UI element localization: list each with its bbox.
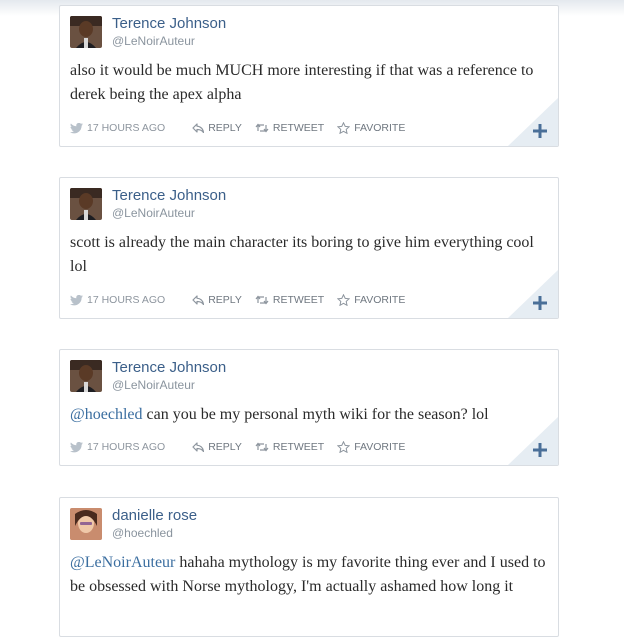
reply-icon	[192, 295, 205, 305]
expand-corner[interactable]	[508, 98, 558, 146]
tweet-card: Terence Johnson @LeNoirAuteur @hoechled …	[59, 349, 559, 466]
plus-icon[interactable]	[533, 296, 547, 310]
favorite-button[interactable]: FAVORITE	[337, 294, 405, 306]
author-handle[interactable]: @LeNoirAuteur	[112, 378, 195, 392]
bird-icon	[70, 294, 83, 305]
retweet-icon	[255, 123, 269, 133]
author-name[interactable]: Terence Johnson	[112, 15, 226, 32]
tweet-text: also it would be much MUCH more interest…	[70, 62, 534, 103]
tweet-text: @LeNoirAuteur hahaha mythology is my fav…	[70, 551, 552, 599]
retweet-button[interactable]: RETWEET	[255, 122, 324, 134]
author-handle[interactable]: @LeNoirAuteur	[112, 206, 195, 220]
reply-icon	[192, 123, 205, 133]
star-icon	[337, 122, 351, 134]
author-handle[interactable]: @hoechled	[112, 526, 173, 540]
expand-corner[interactable]	[508, 417, 558, 465]
tweet-text: @hoechled can you be my personal myth wi…	[70, 403, 552, 427]
reply-button[interactable]: REPLY	[192, 441, 242, 453]
reply-icon	[192, 442, 205, 452]
retweet-icon	[255, 442, 269, 452]
timestamp[interactable]: 17 HOURS AGO	[70, 441, 179, 453]
tweet-card: Terence Johnson @LeNoirAuteur scott is a…	[59, 177, 559, 319]
retweet-icon	[255, 295, 269, 305]
favorite-button[interactable]: FAVORITE	[337, 122, 405, 134]
retweet-button[interactable]: RETWEET	[255, 441, 324, 453]
author-handle[interactable]: @LeNoirAuteur	[112, 34, 195, 48]
author-name[interactable]: Terence Johnson	[112, 187, 226, 204]
plus-icon[interactable]	[533, 443, 547, 457]
timestamp[interactable]: 17 HOURS AGO	[70, 294, 179, 306]
tweet-actions: 17 HOURS AGO REPLY RETWEET FAVORITE	[70, 292, 418, 308]
author-name[interactable]: Terence Johnson	[112, 359, 226, 376]
tweet-card: Terence Johnson @LeNoirAuteur also it wo…	[59, 5, 559, 147]
mention-link[interactable]: @LeNoirAuteur	[70, 554, 175, 571]
star-icon	[337, 294, 351, 306]
avatar[interactable]	[70, 508, 102, 540]
timestamp[interactable]: 17 HOURS AGO	[70, 122, 179, 134]
mention-link[interactable]: @hoechled	[70, 406, 142, 423]
plus-icon[interactable]	[533, 124, 547, 138]
reply-button[interactable]: REPLY	[192, 294, 242, 306]
avatar[interactable]	[70, 360, 102, 392]
bird-icon	[70, 122, 83, 133]
tweet-text: scott is already the main character its …	[70, 234, 534, 275]
bird-icon	[70, 441, 83, 452]
expand-corner[interactable]	[508, 270, 558, 318]
avatar[interactable]	[70, 188, 102, 220]
tweet-actions: 17 HOURS AGO REPLY RETWEET FAVORITE	[70, 439, 418, 455]
retweet-button[interactable]: RETWEET	[255, 294, 324, 306]
tweet-body: can you be my personal myth wiki for the…	[142, 406, 489, 423]
star-icon	[337, 441, 351, 453]
avatar[interactable]	[70, 16, 102, 48]
author-name[interactable]: danielle rose	[112, 507, 197, 524]
tweet-card: danielle rose @hoechled @LeNoirAuteur ha…	[59, 497, 559, 637]
tweet-actions: 17 HOURS AGO REPLY RETWEET FAVORITE	[70, 120, 418, 136]
favorite-button[interactable]: FAVORITE	[337, 441, 405, 453]
reply-button[interactable]: REPLY	[192, 122, 242, 134]
